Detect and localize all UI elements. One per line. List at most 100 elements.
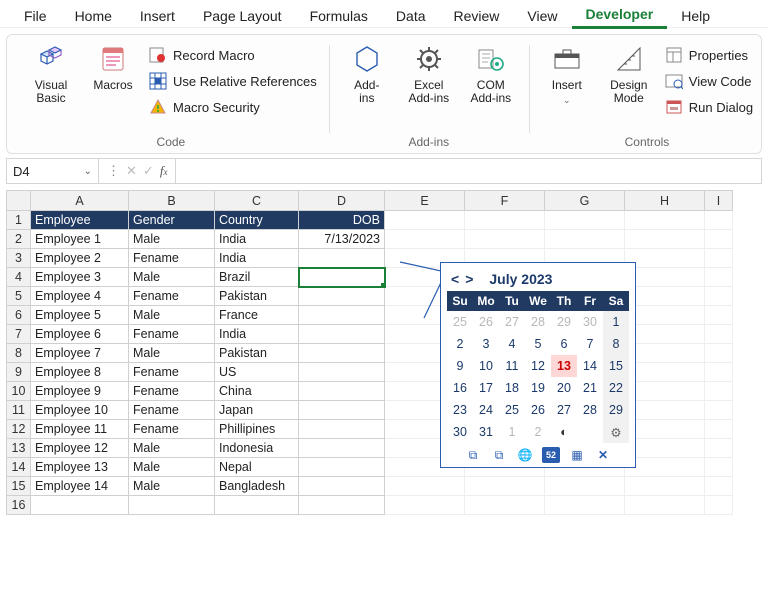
calendar-day-25[interactable]: 25 (499, 399, 525, 421)
cell-C1[interactable]: Country (215, 211, 299, 230)
cell-H13[interactable] (625, 439, 705, 458)
column-header-E[interactable]: E (385, 191, 465, 211)
cell-B15[interactable]: Male (129, 477, 215, 496)
cell-A12[interactable]: Employee 11 (31, 420, 129, 439)
column-header-I[interactable]: I (705, 191, 733, 211)
cell-H9[interactable] (625, 363, 705, 382)
row-header-5[interactable]: 5 (7, 287, 31, 306)
calendar-day-2[interactable]: 2 (525, 421, 551, 443)
cancel-icon[interactable]: ✕ (126, 163, 137, 179)
menu-item-file[interactable]: File (10, 4, 61, 28)
com-addins-button[interactable]: COM Add-ins (463, 41, 519, 105)
cell-C6[interactable]: France (215, 306, 299, 325)
row-header-9[interactable]: 9 (7, 363, 31, 382)
calendar-day-2[interactable]: 2 (447, 333, 473, 355)
cell-D10[interactable] (299, 382, 385, 401)
cell-D8[interactable] (299, 344, 385, 363)
cell-E16[interactable] (385, 496, 465, 515)
cal-tool-2-icon[interactable]: ⧉ (490, 447, 508, 463)
cell-A1[interactable]: Employee (31, 211, 129, 230)
macros-button[interactable]: Macros (85, 41, 141, 92)
cell-C11[interactable]: Japan (215, 401, 299, 420)
calendar-day-3[interactable]: 3 (473, 333, 499, 355)
calendar-day-20[interactable]: 20 (551, 377, 577, 399)
cal-close-icon[interactable]: ✕ (594, 447, 612, 463)
calendar-day-21[interactable]: 21 (577, 377, 603, 399)
calendar-day-16[interactable]: 16 (447, 377, 473, 399)
cell-D9[interactable] (299, 363, 385, 382)
row-header-4[interactable]: 4 (7, 268, 31, 287)
cell-B7[interactable]: Fename (129, 325, 215, 344)
cal-tool-1-icon[interactable]: ⧉ (464, 447, 482, 463)
cell-I1[interactable] (705, 211, 733, 230)
cell-B3[interactable]: Fename (129, 249, 215, 268)
cell-H1[interactable] (625, 211, 705, 230)
cell-H4[interactable] (625, 268, 705, 287)
cell-D11[interactable] (299, 401, 385, 420)
column-header-H[interactable]: H (625, 191, 705, 211)
calendar-day-18[interactable]: 18 (499, 377, 525, 399)
cell-B2[interactable]: Male (129, 230, 215, 249)
cell-H7[interactable] (625, 325, 705, 344)
menu-item-developer[interactable]: Developer (572, 2, 668, 29)
row-header-6[interactable]: 6 (7, 306, 31, 325)
design-mode-button[interactable]: Design Mode (601, 41, 657, 105)
cell-I11[interactable] (705, 401, 733, 420)
select-all-corner[interactable] (7, 191, 31, 211)
cell-I8[interactable] (705, 344, 733, 363)
cell-F1[interactable] (465, 211, 545, 230)
cell-D6[interactable] (299, 306, 385, 325)
view-code-button[interactable]: View Code (663, 69, 755, 93)
cell-H5[interactable] (625, 287, 705, 306)
cell-G16[interactable] (545, 496, 625, 515)
cell-A8[interactable]: Employee 7 (31, 344, 129, 363)
cell-C15[interactable]: Bangladesh (215, 477, 299, 496)
prev-month-button[interactable]: < (451, 271, 459, 287)
cell-C5[interactable]: Pakistan (215, 287, 299, 306)
calendar-day-7[interactable]: 7 (577, 333, 603, 355)
calendar-clock-icon[interactable]: ◐ (551, 421, 577, 443)
row-header-13[interactable]: 13 (7, 439, 31, 458)
calendar-day-1[interactable]: 1 (499, 421, 525, 443)
worksheet[interactable]: ABCDEFGHI 1EmployeeGenderCountryDOB2Empl… (6, 190, 768, 515)
visual-basic-button[interactable]: Visual Basic (23, 41, 79, 105)
cell-C7[interactable]: India (215, 325, 299, 344)
macro-security-button[interactable]: Macro Security (147, 95, 319, 119)
cell-E15[interactable] (385, 477, 465, 496)
addins-button[interactable]: Add- ins (339, 41, 395, 105)
cell-D12[interactable] (299, 420, 385, 439)
column-header-F[interactable]: F (465, 191, 545, 211)
cell-H6[interactable] (625, 306, 705, 325)
cell-B12[interactable]: Fename (129, 420, 215, 439)
properties-button[interactable]: Properties (663, 43, 755, 67)
cell-H12[interactable] (625, 420, 705, 439)
cell-D5[interactable] (299, 287, 385, 306)
cell-B6[interactable]: Male (129, 306, 215, 325)
menu-item-review[interactable]: Review (440, 4, 514, 28)
cell-I12[interactable] (705, 420, 733, 439)
calendar-day-26[interactable]: 26 (525, 399, 551, 421)
menu-item-formulas[interactable]: Formulas (296, 4, 382, 28)
name-box[interactable]: D4 ⌄ (7, 159, 99, 183)
calendar-day-19[interactable]: 19 (525, 377, 551, 399)
cell-F15[interactable] (465, 477, 545, 496)
calendar-day-5[interactable]: 5 (525, 333, 551, 355)
cal-week-icon[interactable]: 52 (542, 447, 560, 463)
cell-A16[interactable] (31, 496, 129, 515)
cell-C10[interactable]: China (215, 382, 299, 401)
calendar-day-25[interactable]: 25 (447, 311, 473, 333)
calendar-day-14[interactable]: 14 (577, 355, 603, 377)
cell-H3[interactable] (625, 249, 705, 268)
cell-A6[interactable]: Employee 5 (31, 306, 129, 325)
cell-A13[interactable]: Employee 12 (31, 439, 129, 458)
cal-today-icon[interactable]: ▦ (568, 447, 586, 463)
cell-D16[interactable] (299, 496, 385, 515)
cell-H15[interactable] (625, 477, 705, 496)
cell-E1[interactable] (385, 211, 465, 230)
calendar-day-6[interactable]: 6 (551, 333, 577, 355)
calendar-day-9[interactable]: 9 (447, 355, 473, 377)
calendar-day-10[interactable]: 10 (473, 355, 499, 377)
cell-I16[interactable] (705, 496, 733, 515)
column-header-G[interactable]: G (545, 191, 625, 211)
column-header-D[interactable]: D (299, 191, 385, 211)
